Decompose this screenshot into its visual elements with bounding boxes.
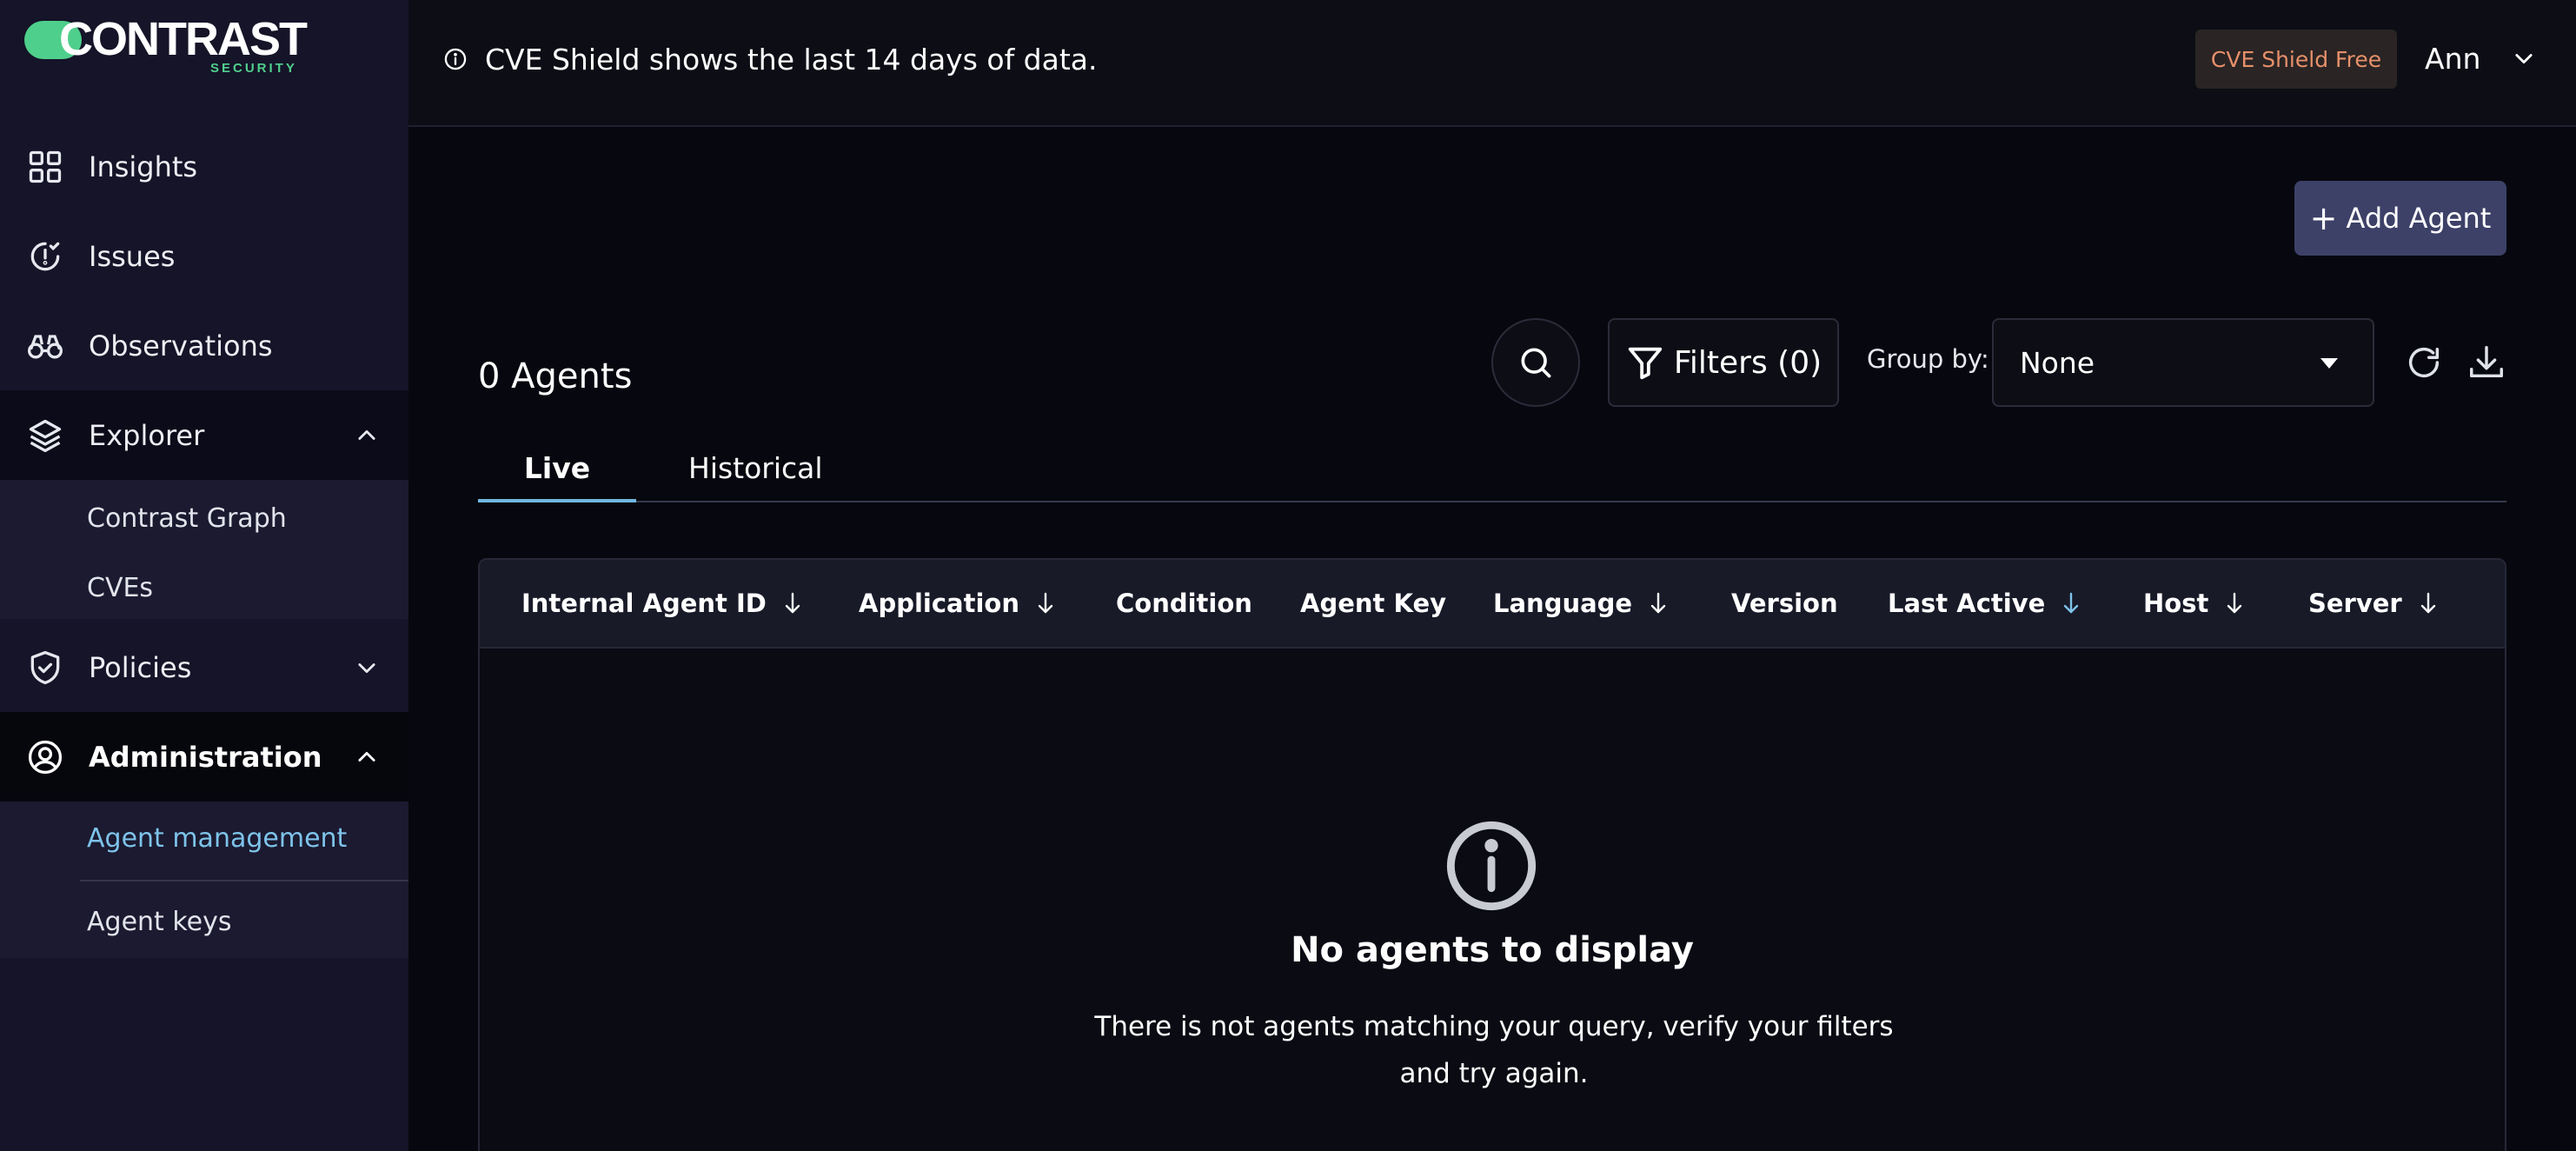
column-server[interactable]: Server [2308,560,2439,647]
column-application[interactable]: Application [859,560,1056,647]
sidebar-item-policies[interactable]: Policies [0,622,408,712]
plan-badge[interactable]: CVE Shield Free [2195,30,2397,89]
column-language[interactable]: Language [1493,560,1669,647]
contrast-logo[interactable]: CONTRAST SECURITY [24,13,372,80]
filters-button[interactable]: Filters (0) [1608,318,1839,407]
add-agent-label: Add Agent [2346,202,2492,235]
chevron-up-icon [355,745,379,769]
logo-tagline: SECURITY [210,61,297,76]
sidebar-item-label: Explorer [89,418,205,452]
download-icon [2470,346,2503,378]
sidebar-item-observations[interactable]: Observations [0,301,408,390]
sidebar-item-administration[interactable]: Administration [0,712,408,802]
column-label: Condition [1116,589,1252,618]
column-host[interactable]: Host [2143,560,2245,647]
search-icon [1521,348,1551,378]
grid-icon [26,148,64,186]
binoculars-icon [26,327,64,365]
column-label: Application [859,589,1019,618]
sidebar-subitem-contrast-graph[interactable]: Contrast Graph [87,492,287,544]
topbar: CVE Shield shows the last 14 days of dat… [408,0,2576,127]
filters-label: Filters (0) [1673,344,1822,381]
info-banner: CVE Shield shows the last 14 days of dat… [443,42,1098,77]
plus-icon: + [2309,199,2338,237]
column-last-active[interactable]: Last Active [1888,560,2081,647]
sidebar-subitem-agent-keys[interactable]: Agent keys [87,895,231,948]
sidebar-item-label: Insights [89,150,198,183]
sidebar-item-insights[interactable]: Insights [0,122,408,211]
group-by-select[interactable]: None [1992,318,2374,407]
empty-state-line-2: and try again. [1399,1058,1589,1089]
table-header: Internal Agent ID Application Condition … [480,560,2505,649]
sort-arrow-icon [1650,592,1666,614]
sidebar-item-label: Issues [89,239,176,273]
group-by-label: Group by: [1867,344,1989,374]
user-name: Ann [2425,41,2481,76]
empty-state-line-1: There is not agents matching your query,… [1094,1011,1894,1042]
banner-text: CVE Shield shows the last 14 days of dat… [485,42,1098,77]
info-icon [1443,817,1540,915]
column-agent-key: Agent Key [1300,560,1446,647]
sort-arrow-icon [2420,592,2435,614]
clock-check-icon [26,237,64,276]
filter-icon [1628,347,1662,380]
sidebar-subitem-cves[interactable]: CVEs [87,562,153,614]
sidebar-item-label: Policies [89,650,192,684]
sidebar-subitem-agent-management[interactable]: Agent management [87,812,347,864]
administration-subnav: Agent management Agent keys [0,802,408,958]
download-button[interactable] [2466,343,2506,383]
tab-historical[interactable]: Historical [652,435,930,501]
column-label: Version [1731,589,1838,618]
chevron-down-icon [355,655,379,680]
user-menu[interactable]: Ann [2425,37,2536,80]
column-version: Version [1731,560,1838,647]
info-icon [443,47,468,71]
user-circle-icon [26,738,64,776]
caret-down-icon [2320,358,2338,369]
empty-state-title: No agents to display [1291,930,1694,970]
agents-table: Internal Agent ID Application Condition … [478,558,2506,1151]
column-condition: Condition [1116,560,1252,647]
sort-arrow-icon [785,592,800,614]
search-button[interactable] [1491,318,1580,407]
column-label: Server [2308,589,2402,618]
logo-wordmark: CONTRAST [59,13,308,65]
empty-state-description: There is not agents matching your query,… [1036,1003,1952,1097]
sort-arrow-icon [2227,592,2242,614]
subnav-divider [80,880,408,882]
sidebar-item-explorer[interactable]: Explorer [0,390,408,480]
agent-count: 0 Agents [478,356,633,396]
chevron-up-icon [355,423,379,448]
column-internal-agent-id[interactable]: Internal Agent ID [521,560,803,647]
chevron-down-icon [2512,46,2536,70]
refresh-icon [2408,347,2440,378]
explorer-subnav: Contrast Graph CVEs [0,480,408,619]
refresh-button[interactable] [2404,343,2444,383]
tab-live[interactable]: Live [478,435,636,502]
shield-check-icon [26,649,64,687]
agent-tabs: Live Historical [478,435,2506,502]
column-label: Language [1493,589,1633,618]
add-agent-button[interactable]: + Add Agent [2294,181,2506,256]
sidebar-item-label: Administration [89,740,322,774]
group-by-value: None [2020,345,2095,380]
sort-arrow-icon [1038,592,1053,614]
column-label: Internal Agent ID [521,589,767,618]
sort-arrow-active-icon [2064,592,2079,614]
column-label: Host [2143,589,2209,618]
column-label: Agent Key [1300,589,1447,618]
sidebar: CONTRAST SECURITY Insights Issues Observ… [0,0,408,1151]
sidebar-item-label: Observations [89,329,273,363]
sidebar-item-issues[interactable]: Issues [0,211,408,301]
column-label: Last Active [1888,589,2046,618]
layers-icon [26,416,64,455]
